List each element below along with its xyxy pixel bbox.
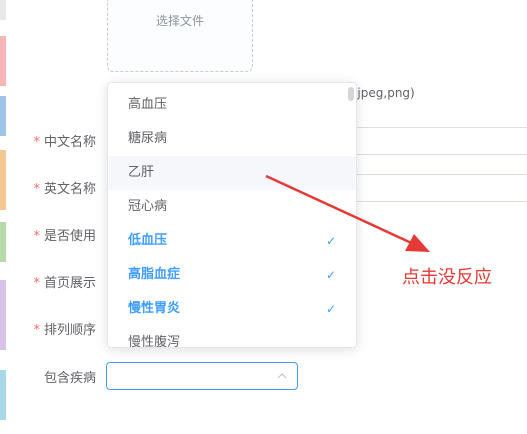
- annotation-arrow: [265, 174, 430, 252]
- annotation-text: 点击没反应: [402, 267, 492, 288]
